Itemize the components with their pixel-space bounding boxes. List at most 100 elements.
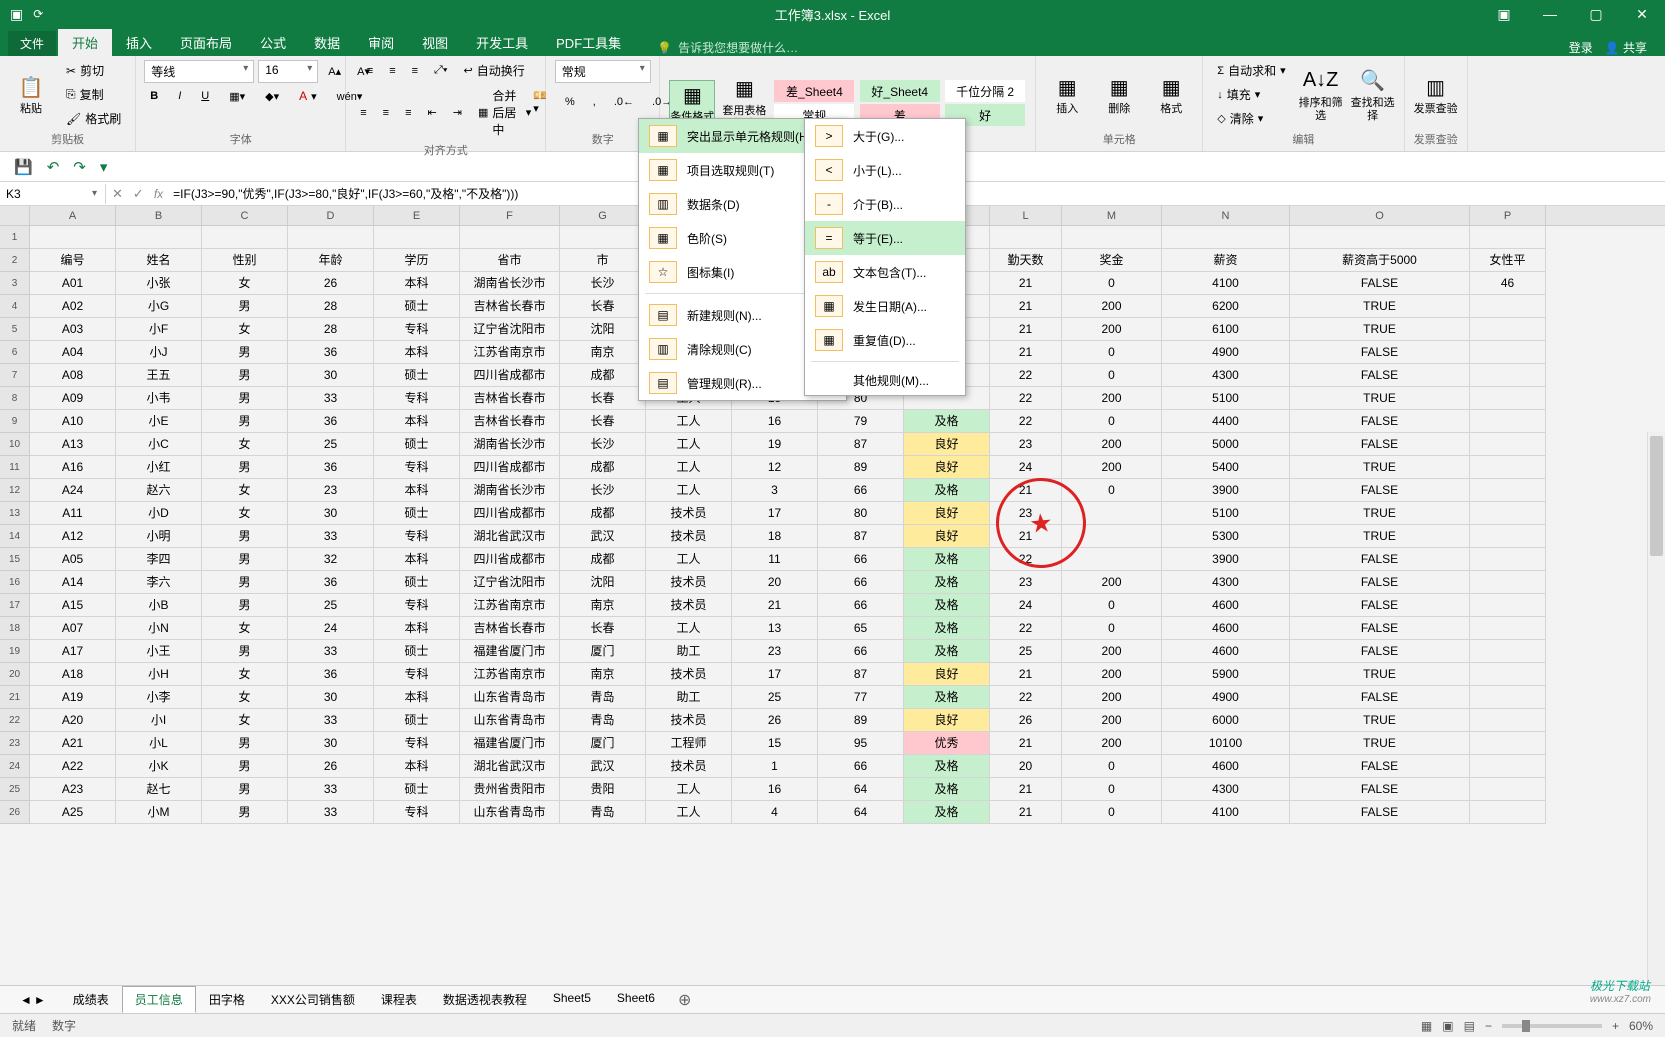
cell[interactable]: 3900 — [1162, 548, 1290, 571]
cell[interactable]: A20 — [30, 709, 116, 732]
cell[interactable]: TRUE — [1290, 525, 1470, 548]
cell[interactable]: 19 — [732, 433, 818, 456]
indent-dec-icon[interactable]: ⇤ — [422, 85, 443, 140]
cell[interactable]: 21 — [990, 778, 1062, 801]
cell[interactable]: 16 — [732, 410, 818, 433]
cell[interactable]: 4300 — [1162, 571, 1290, 594]
cell[interactable]: 小王 — [116, 640, 202, 663]
cell[interactable]: 南京 — [560, 594, 646, 617]
cell[interactable]: 11 — [732, 548, 818, 571]
cell[interactable]: 小红 — [116, 456, 202, 479]
cell[interactable]: 66 — [818, 755, 904, 778]
cell[interactable]: 本科 — [374, 686, 460, 709]
cell[interactable]: 专科 — [374, 594, 460, 617]
cell[interactable]: 16 — [732, 778, 818, 801]
cell[interactable]: 小G — [116, 295, 202, 318]
cell[interactable]: A04 — [30, 341, 116, 364]
cell[interactable]: 22 — [990, 686, 1062, 709]
cell[interactable]: 女 — [202, 709, 288, 732]
cell[interactable]: 4100 — [1162, 272, 1290, 295]
cell[interactable]: 5400 — [1162, 456, 1290, 479]
cell[interactable]: 硕士 — [374, 640, 460, 663]
cell[interactable]: 硕士 — [374, 709, 460, 732]
cell[interactable]: 山东省青岛市 — [460, 686, 560, 709]
cell[interactable]: 65 — [818, 617, 904, 640]
cell[interactable]: 小H — [116, 663, 202, 686]
cell[interactable]: 男 — [202, 364, 288, 387]
row-header[interactable]: 4 — [0, 295, 30, 318]
ribbon-tab[interactable]: 开发工具 — [462, 29, 542, 56]
cell[interactable]: 王五 — [116, 364, 202, 387]
row-header[interactable]: 10 — [0, 433, 30, 456]
cell[interactable]: 21 — [990, 801, 1062, 824]
row-header[interactable]: 3 — [0, 272, 30, 295]
cell[interactable]: 66 — [818, 571, 904, 594]
border-button[interactable]: ▦▾ — [223, 87, 251, 105]
cell[interactable]: 小韦 — [116, 387, 202, 410]
sheet-tab[interactable]: 田字格 — [196, 986, 258, 1013]
column-header[interactable]: 女性平 — [1470, 249, 1546, 272]
cell[interactable]: 0 — [1062, 617, 1162, 640]
cell[interactable]: 湖南省长沙市 — [460, 272, 560, 295]
cell[interactable]: 66 — [818, 640, 904, 663]
cell[interactable]: 1 — [732, 755, 818, 778]
cell[interactable]: 技术员 — [646, 755, 732, 778]
cell[interactable]: 200 — [1062, 663, 1162, 686]
cell[interactable]: 硕士 — [374, 364, 460, 387]
cell[interactable]: 贵阳 — [560, 778, 646, 801]
cell[interactable]: 技术员 — [646, 709, 732, 732]
row-header[interactable]: 9 — [0, 410, 30, 433]
cell[interactable]: 小张 — [116, 272, 202, 295]
cell[interactable]: 5900 — [1162, 663, 1290, 686]
ribbon-tab[interactable]: 数据 — [300, 29, 354, 56]
cell[interactable]: 赵七 — [116, 778, 202, 801]
cell[interactable]: 4 — [732, 801, 818, 824]
cut-button[interactable]: ✂剪切 — [60, 60, 127, 81]
cell[interactable]: 湖北省武汉市 — [460, 525, 560, 548]
inc-decimal-icon[interactable]: .0← — [608, 87, 640, 117]
cell[interactable]: 女 — [202, 502, 288, 525]
cell[interactable]: 25 — [990, 640, 1062, 663]
cell[interactable]: 66 — [818, 479, 904, 502]
cell[interactable] — [1470, 364, 1546, 387]
cell[interactable]: 25 — [288, 433, 374, 456]
cell[interactable]: 小J — [116, 341, 202, 364]
cell[interactable]: 男 — [202, 387, 288, 410]
row-header[interactable]: 8 — [0, 387, 30, 410]
tell-me-input[interactable]: 告诉我您想要做什么… — [657, 39, 798, 56]
percent-icon[interactable]: % — [559, 87, 581, 117]
cell[interactable]: 本科 — [374, 548, 460, 571]
cell[interactable]: 5000 — [1162, 433, 1290, 456]
cell[interactable]: 0 — [1062, 801, 1162, 824]
cell[interactable]: 长沙 — [560, 479, 646, 502]
row-header[interactable]: 16 — [0, 571, 30, 594]
cell[interactable]: 小明 — [116, 525, 202, 548]
cell[interactable]: 4300 — [1162, 778, 1290, 801]
row-header[interactable]: 11 — [0, 456, 30, 479]
cell[interactable]: 36 — [288, 410, 374, 433]
column-header[interactable]: 勤天数 — [990, 249, 1062, 272]
cell[interactable]: 男 — [202, 295, 288, 318]
cell[interactable]: 21 — [990, 525, 1062, 548]
cell[interactable]: FALSE — [1290, 801, 1470, 824]
row-header[interactable]: 21 — [0, 686, 30, 709]
sheet-tab[interactable]: 成绩表 — [60, 986, 122, 1013]
cell[interactable]: A23 — [30, 778, 116, 801]
cell[interactable]: 23 — [990, 502, 1062, 525]
cell[interactable]: TRUE — [1290, 387, 1470, 410]
cell[interactable]: 200 — [1062, 686, 1162, 709]
save-icon[interactable]: 💾 — [14, 158, 33, 176]
cell[interactable]: 64 — [818, 801, 904, 824]
menu-item[interactable]: =等于(E)... — [805, 221, 965, 255]
cell[interactable]: 青岛 — [560, 709, 646, 732]
qat-more-icon[interactable]: ▾ — [100, 158, 108, 176]
cell[interactable]: 沈阳 — [560, 318, 646, 341]
cell[interactable]: 硕士 — [374, 502, 460, 525]
cell[interactable]: FALSE — [1290, 571, 1470, 594]
cell[interactable]: 4900 — [1162, 686, 1290, 709]
menu-item[interactable]: >大于(G)... — [805, 119, 965, 153]
cell[interactable]: A24 — [30, 479, 116, 502]
cell[interactable]: 四川省成都市 — [460, 502, 560, 525]
cell[interactable]: 江苏省南京市 — [460, 594, 560, 617]
cell[interactable]: 吉林省长春市 — [460, 295, 560, 318]
